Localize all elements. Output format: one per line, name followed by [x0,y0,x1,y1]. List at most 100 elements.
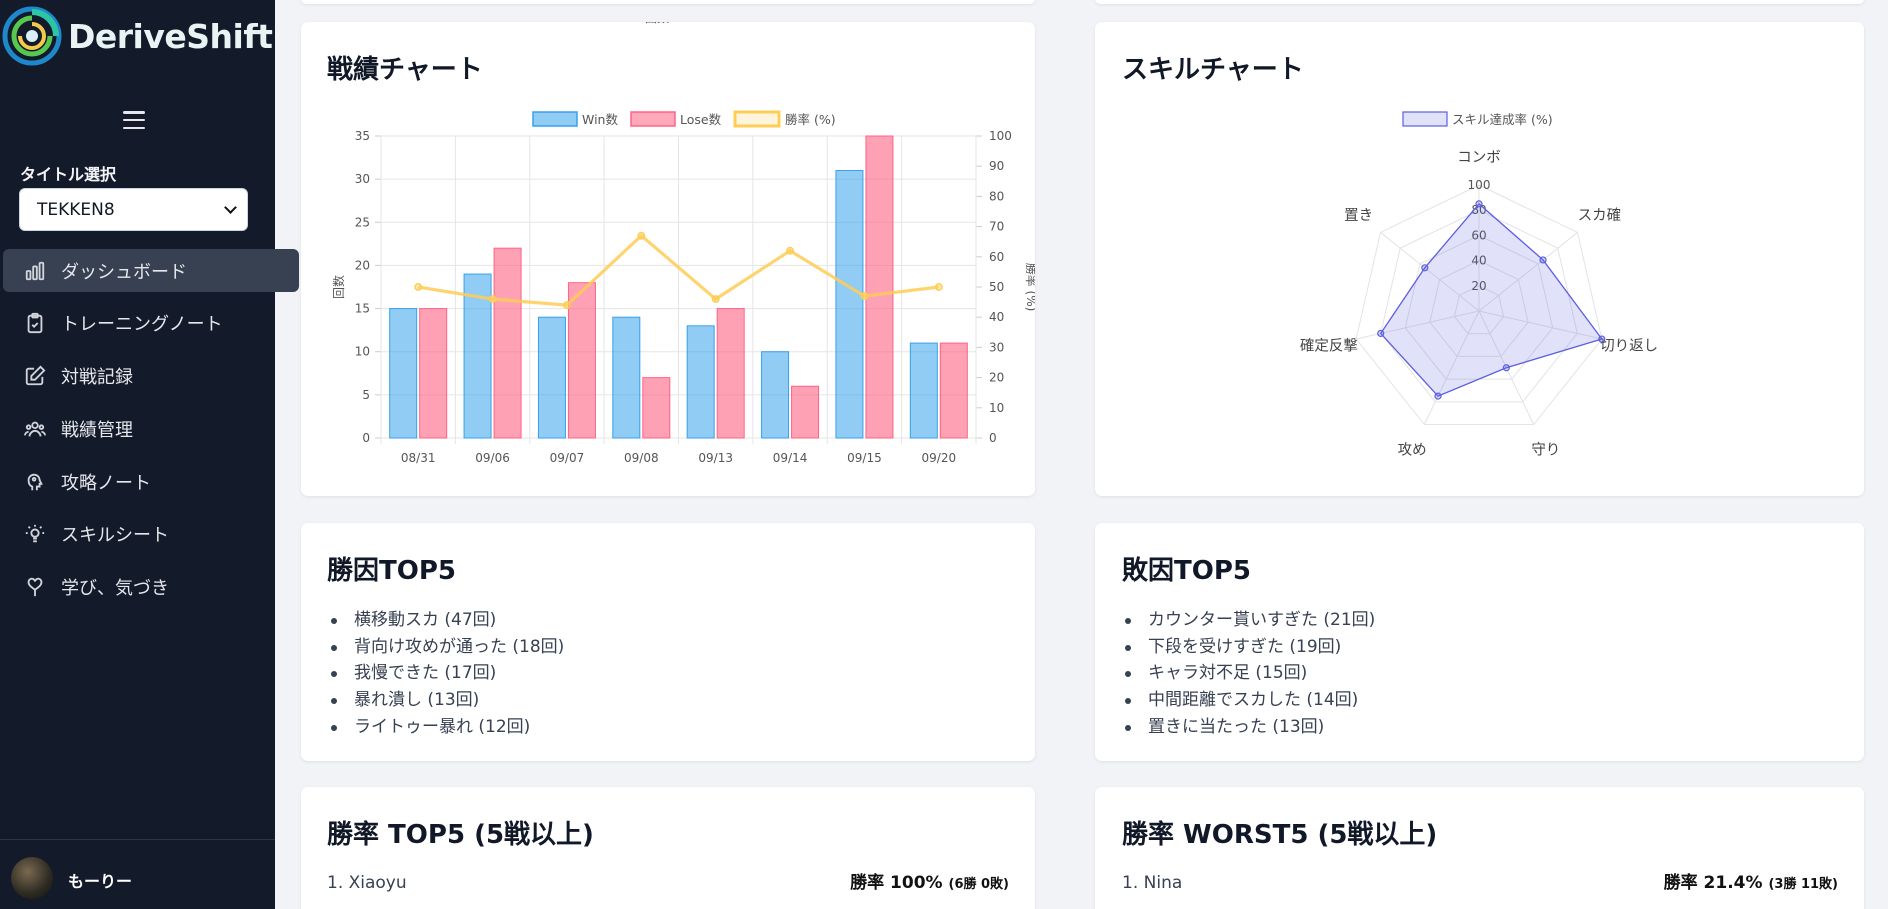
y2-tick-label: 30 [989,340,1004,354]
sidebar-item-label: 戦績管理 [61,419,133,441]
sidebar-item-strategy-note[interactable]: 攻略ノート [3,460,299,503]
rate-point [786,246,795,255]
rate-point [562,301,571,310]
x-tick-label: 09/13 [698,451,733,465]
list-item: 横移動スカ (47回) [330,607,564,634]
sidebar-item-training-note[interactable]: トレーニングノート [3,302,299,345]
radar-axis-label: 置き [1344,207,1373,224]
chevron-down-icon [224,200,237,214]
x-tick-label: 09/14 [773,451,808,465]
sidebar-item-record-management[interactable]: 戦績管理 [3,407,299,450]
sidebar-item-skill-sheet[interactable]: スキルシート [3,513,299,556]
skill-area [1379,202,1603,397]
x-tick-label: 09/08 [624,451,659,465]
winrate-worst-card: 勝率 WORST5 (5戦以上) 1. Nina 勝率 21.4% (3勝 11… [1095,787,1864,909]
sidebar-item-label: 対戦記録 [61,367,133,389]
y-tick-label: 15 [355,302,370,316]
avatar[interactable] [11,857,53,899]
win-factors-card: 勝因TOP5 横移動スカ (47回) 背向け攻めが通った (18回) 我慢できた… [301,523,1035,761]
rank-stat: 勝率 100% (6勝 0敗) [850,868,1009,893]
y-tick-label: 0 [362,431,370,445]
skill-point [1421,264,1429,272]
lose-bar [567,282,596,439]
radar-axis-label: 守り [1531,442,1560,459]
list-item: ライトゥー暴れ (12回) [330,714,564,741]
list-item: カウンター貰いすぎた (21回) [1124,607,1375,634]
sidebar-item-learnings[interactable]: 学び、気づき [3,566,299,609]
legend-lose-label: Lose数 [680,112,722,127]
sidebar-item-label: ダッシュボード [61,261,187,283]
legend-skill-swatch [1402,111,1448,127]
rank-detail: (6勝 0敗) [948,877,1010,892]
y2-tick-label: 70 [989,220,1004,234]
win-bar [389,308,418,439]
y2-tick-label: 20 [989,371,1004,385]
rate-point [414,283,423,291]
rate-point [711,295,720,304]
list-item: キャラ対不足 (15回) [1124,660,1375,687]
title-select-label: タイトル選択 [20,165,117,184]
winrate-top-card: 勝率 TOP5 (5戦以上) 1. Xiaoyu 勝率 100% (6勝 0敗) [301,787,1035,909]
win-bar [909,342,938,439]
radar-axis-label: コンボ [1457,149,1501,166]
table-row: 1. Nina 勝率 21.4% (3勝 11敗) [1122,868,1838,893]
rank-rate: 勝率 21.4% [1663,873,1763,893]
skill-chart: スキル達成率 (%) 20406080100コンボスカ確切り返し守り攻め確定反撃… [1300,111,1658,459]
menu-toggle-icon[interactable] [122,108,146,132]
sidebar: DeriveShift タイトル選択 TEKKEN8 ダッシュボード トレーニン… [0,0,299,909]
sidebar-item-dashboard[interactable]: ダッシュボード [3,249,299,292]
skill-chart-legend: スキル達成率 (%) [1402,111,1553,127]
skill-chart-card: スキルチャート スキル達成率 (%) 20406080100コンボスカ確切り返し… [1095,22,1864,496]
y2-tick-label: 50 [989,280,1004,294]
skill-point [1502,364,1510,372]
user-section: もーりー [0,839,275,909]
lightbulb-icon [23,522,47,546]
list-item: 背向け攻めが通った (18回) [330,634,564,661]
heart-pin-icon [23,575,47,599]
sidebar-item-label: スキルシート [61,525,169,547]
x-tick-label: 09/07 [550,451,585,465]
lose-factors-card: 敗因TOP5 カウンター貰いすぎた (21回) 下段を受けすぎた (19回) キ… [1095,523,1864,761]
record-chart-legend: Win数 Lose数 勝率 (%) [532,110,836,128]
app-logo[interactable]: DeriveShift [2,4,273,68]
sidebar-item-match-record[interactable]: 対戦記録 [3,355,299,398]
x-tick-label: 09/20 [922,451,957,465]
rank-stat: 勝率 21.4% (3勝 11敗) [1664,868,1838,893]
y2-axis-title: 勝率 (%) [1024,263,1035,312]
y2-tick-label: 60 [989,250,1004,264]
skill-point [1434,392,1442,400]
lose-bar [493,247,522,439]
lose-bar [419,308,448,439]
win-bar [835,170,864,439]
legend-skill-label: スキル達成率 (%) [1452,112,1553,127]
skill-point [1377,329,1385,338]
sidebar-item-label: 学び、気づき [61,578,169,600]
win-bar [761,351,790,439]
lose-bar [791,385,820,439]
sidebar-item-label: 攻略ノート [61,472,151,494]
sidebar-nav: ダッシュボード トレーニングノート 対戦記録 戦績管理 攻略ノート スキルシート… [3,249,300,619]
users-icon [23,417,47,441]
y-tick-label: 5 [362,388,370,402]
rank-detail: (3勝 11敗) [1768,877,1838,892]
y-axis-title: 回数 [331,275,346,299]
y2-tick-label: 100 [989,129,1012,143]
x-tick-label: 08/31 [401,451,436,465]
rate-point [637,231,646,240]
y-axis-title-left: 回数 [645,22,669,25]
title-select[interactable]: TEKKEN8 [19,188,248,231]
y2-tick-label: 40 [989,310,1004,324]
x-tick-label: 09/06 [475,451,510,465]
bar-chart-icon [23,259,47,283]
y-tick-label: 35 [355,129,370,143]
rate-point [488,295,497,304]
lose-bar [865,135,894,439]
lose-bar [939,342,968,439]
sidebar-item-label: トレーニングノート [61,314,223,336]
radar-axis-label: スカ確 [1578,207,1622,224]
x-tick-label: 09/15 [847,451,882,465]
lose-bar [716,308,745,439]
record-chart: Win数 Lose数 勝率 (%) 回数 0 5 10 15 20 25 30 35 0 10 20… [331,22,1035,465]
username: もーりー [68,872,133,891]
skill-point [1539,256,1547,264]
